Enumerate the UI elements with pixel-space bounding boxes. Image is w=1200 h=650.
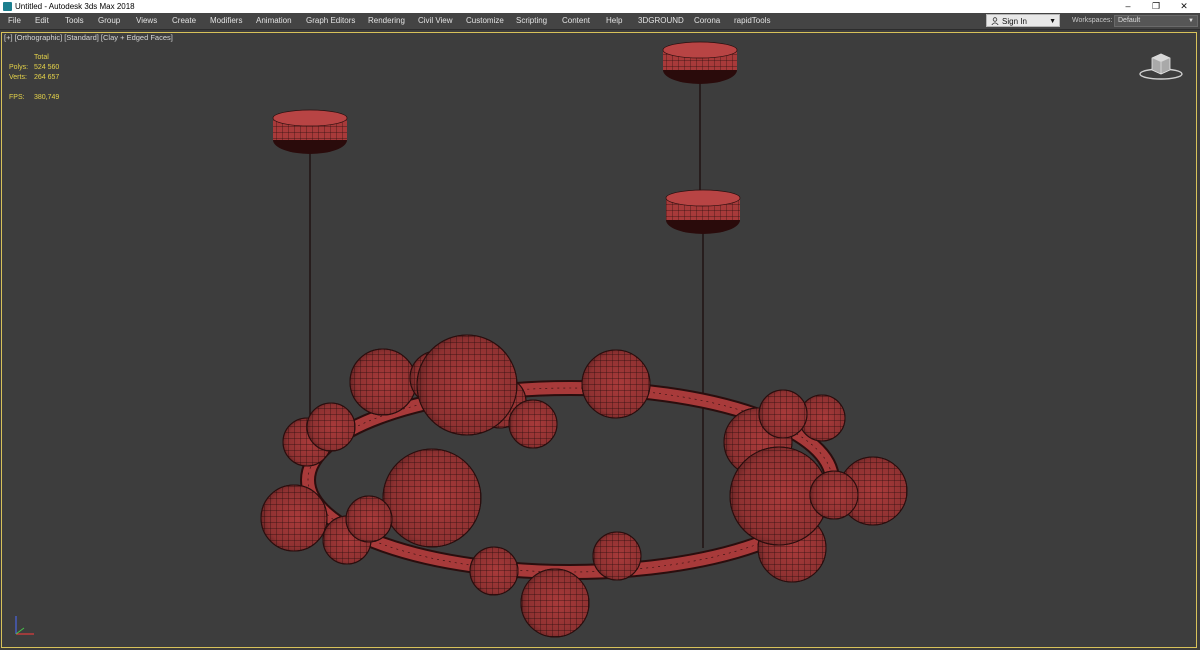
viewport-scene[interactable] (0, 0, 1200, 650)
sphere (382, 448, 482, 548)
sphere (345, 495, 393, 543)
sphere (306, 402, 356, 452)
sphere (809, 470, 859, 520)
suspension-wires (309, 80, 704, 548)
stats-fps-value: 380,749 (34, 94, 60, 101)
stats-total-label: Total (34, 54, 49, 61)
sphere (469, 546, 519, 596)
viewport-statistics: Total Polys: 524 560 Verts: 264 657 FPS: 38… (9, 53, 89, 103)
sphere (508, 399, 558, 449)
axis-tripod-icon (15, 616, 34, 635)
canopy-left (272, 109, 348, 154)
sphere (349, 348, 417, 416)
sphere (260, 484, 328, 552)
viewcube-icon[interactable] (1138, 50, 1184, 80)
mesh-spheres (260, 334, 908, 638)
sphere (416, 334, 518, 436)
stats-fps-label: FPS: (9, 94, 25, 101)
sphere (592, 531, 642, 581)
sphere (581, 349, 651, 419)
canopy-top-right (662, 41, 738, 84)
stats-polys-label: Polys: (9, 64, 29, 71)
stats-verts-value: 264 657 (34, 74, 60, 81)
stats-verts-label: Verts: (9, 74, 27, 81)
canopy-mid-right (665, 189, 741, 234)
stats-polys-value: 524 560 (34, 64, 60, 71)
viewport-label[interactable]: [+] [Orthographic] [Standard] [Clay + Ed… (4, 33, 173, 42)
sphere (758, 389, 808, 439)
sphere (520, 568, 590, 638)
